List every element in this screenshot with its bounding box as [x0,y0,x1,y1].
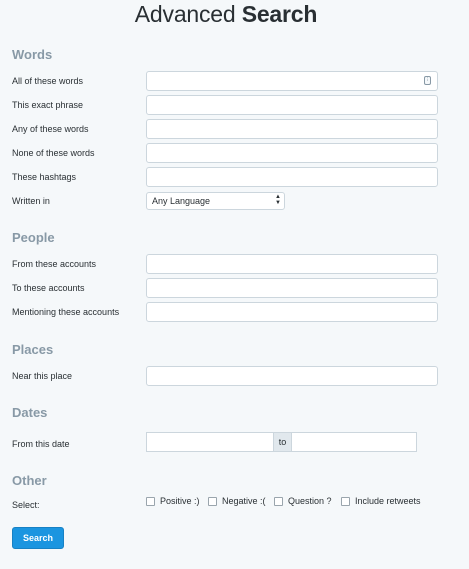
language-select[interactable]: Any Language ▲ ▼ [146,192,285,210]
to-separator: to [273,432,292,452]
search-button[interactable]: Search [12,527,64,549]
negative-label: Negative :( [222,496,266,506]
none-words-label: None of these words [12,148,95,158]
question-checkbox-option[interactable]: Question ? [274,496,332,506]
from-accounts-input[interactable] [146,254,438,274]
positive-label: Positive :) [160,496,200,506]
from-date-label: From this date [12,439,70,449]
to-accounts-input[interactable] [146,278,438,298]
question-label: Question ? [288,496,332,506]
mentioning-accounts-label: Mentioning these accounts [12,307,120,317]
from-accounts-label: From these accounts [12,259,97,269]
written-in-label: Written in [12,196,50,206]
negative-checkbox[interactable] [208,496,217,506]
language-select-value: Any Language [152,196,211,206]
all-words-label: All of these words [12,76,84,86]
mentioning-accounts-input[interactable] [146,302,438,322]
any-words-input[interactable] [146,119,438,139]
any-words-label: Any of these words [12,124,89,134]
negative-checkbox-option[interactable]: Negative :( [208,496,266,506]
positive-checkbox[interactable] [146,496,155,506]
page-title: Advanced Search [0,1,452,28]
near-place-label: Near this place [12,371,73,381]
words-heading: Words [12,47,53,62]
title-light: Advanced [134,1,236,27]
near-place-input[interactable] [146,366,438,386]
include-retweets-checkbox[interactable] [341,496,350,506]
hashtags-input[interactable] [146,167,438,187]
to-date-input[interactable] [291,432,417,452]
hashtags-label: These hashtags [12,172,77,182]
to-accounts-label: To these accounts [12,283,85,293]
from-date-input[interactable] [146,432,274,452]
positive-checkbox-option[interactable]: Positive :) [146,496,200,506]
title-bold: Search [241,1,318,27]
include-retweets-label: Include retweets [355,496,421,506]
other-heading: Other [12,473,47,488]
question-checkbox[interactable] [274,496,283,506]
select-label: Select: [12,500,40,510]
keyboard-icon[interactable]: ⁞ [424,76,431,85]
dates-heading: Dates [12,405,48,420]
places-heading: Places [12,342,54,357]
include-retweets-checkbox-option[interactable]: Include retweets [341,496,421,506]
people-heading: People [12,230,55,245]
none-words-input[interactable] [146,143,438,163]
exact-phrase-label: This exact phrase [12,100,84,110]
exact-phrase-input[interactable] [146,95,438,115]
updown-arrows-icon: ▲ ▼ [275,194,281,206]
all-words-input[interactable]: ⁞ [146,71,438,91]
